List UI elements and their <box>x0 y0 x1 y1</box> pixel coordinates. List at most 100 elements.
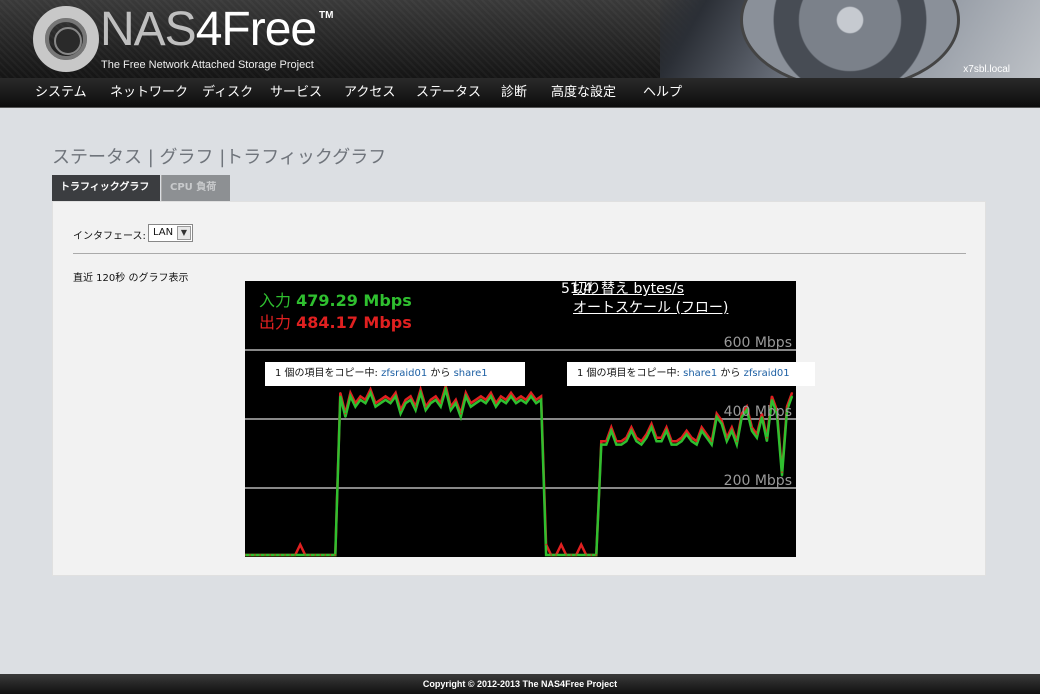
out-point-71 <box>600 440 603 442</box>
in-point-28 <box>384 399 387 401</box>
out-point-47 <box>480 395 482 398</box>
in-point-39 <box>439 405 442 408</box>
in-point-84 <box>665 430 668 432</box>
in-point-76 <box>625 440 628 442</box>
out-point-62 <box>555 554 557 556</box>
logo-trademark: TM <box>319 10 334 21</box>
out-point-10 <box>294 554 296 556</box>
nav-advanced[interactable]: 高度な設定 <box>551 78 616 108</box>
copy-left-prefix: 1 個の項目をコピー中: <box>275 368 378 379</box>
autoscale-link[interactable]: オートスケール (フロー) <box>573 297 728 317</box>
in-point-94 <box>715 416 718 418</box>
out-point-82 <box>655 436 658 439</box>
out-point-109 <box>791 392 793 394</box>
out-point-50 <box>495 402 497 404</box>
nav-services[interactable]: サービス <box>270 78 322 108</box>
nav-network[interactable]: ネットワーク <box>110 78 188 108</box>
out-point-16 <box>324 554 327 556</box>
in-point-36 <box>424 409 427 411</box>
in-point-86 <box>675 443 678 446</box>
out-point-35 <box>419 388 422 391</box>
copy-left-source[interactable]: zfsraid01 <box>381 368 427 379</box>
out-point-45 <box>470 402 472 404</box>
in-point-105 <box>771 399 773 401</box>
nav-help[interactable]: ヘルプ <box>643 78 682 108</box>
nav-disks[interactable]: ディスク <box>202 78 253 108</box>
out-point-96 <box>726 436 728 439</box>
out-point-38 <box>434 395 437 398</box>
traffic-graph: 入力 479.29 Mbps 出力 484.17 Mbps 51.4 切り替え … <box>245 281 815 557</box>
in-point-91 <box>700 430 703 432</box>
nav-diagnostics[interactable]: 診断 <box>501 78 527 108</box>
out-point-83 <box>660 436 663 439</box>
copy-right-source[interactable]: share1 <box>683 368 717 379</box>
out-point-85 <box>670 440 673 442</box>
out-point-105 <box>771 395 773 398</box>
out-point-93 <box>710 440 713 442</box>
in-point-55 <box>520 399 522 401</box>
copy-progress-right: 1 個の項目をコピー中: share1 から zfsraid01 <box>567 362 815 386</box>
nav-system[interactable]: システム <box>35 78 87 108</box>
in-point-98 <box>736 443 738 446</box>
content-panel: インタフェース: LAN ▼ 直近 120秒 のグラフ表示 入力 479.29 … <box>52 201 986 576</box>
out-point-22 <box>354 402 357 404</box>
in-point-22 <box>354 405 357 408</box>
in-point-71 <box>600 443 603 446</box>
out-point-43 <box>460 412 462 415</box>
in-point-42 <box>455 402 457 404</box>
chevron-down-icon[interactable]: ▼ <box>177 226 191 240</box>
interface-label: インタフェース: <box>73 231 146 242</box>
out-point-97 <box>731 426 733 429</box>
out-point-51 <box>500 395 502 398</box>
tab-traffic-graph[interactable]: トラフィックグラフ <box>52 175 160 201</box>
in-point-25 <box>369 392 372 394</box>
logo-text[interactable]: NAS4Free <box>100 6 317 54</box>
series-in-line <box>245 384 794 557</box>
in-point-97 <box>731 430 733 432</box>
out-point-98 <box>736 440 738 442</box>
out-point-30 <box>394 392 397 394</box>
copy-right-from: から <box>720 368 741 379</box>
out-point-6 <box>274 554 276 556</box>
interface-select[interactable]: LAN ▼ <box>148 224 193 242</box>
out-point-3 <box>259 554 261 556</box>
interface-select-value: LAN <box>153 227 174 238</box>
out-rate-label: 出力 <box>259 313 292 332</box>
out-point-27 <box>379 399 382 401</box>
out-point-18 <box>334 554 337 556</box>
in-point-104 <box>766 440 768 442</box>
nav-access[interactable]: アクセス <box>344 78 395 108</box>
in-point-57 <box>530 395 532 398</box>
in-point-80 <box>645 436 648 439</box>
out-point-15 <box>319 554 322 556</box>
out-point-70 <box>595 554 598 556</box>
in-point-20 <box>344 416 347 418</box>
tab-cpu-load[interactable]: CPU 負荷 <box>161 175 230 201</box>
in-point-41 <box>450 409 452 411</box>
out-point-56 <box>525 399 527 401</box>
out-point-87 <box>680 436 683 439</box>
out-rate: 出力 484.17 Mbps <box>259 309 412 333</box>
in-point-52 <box>505 402 507 404</box>
out-point-55 <box>520 395 522 398</box>
out-point-75 <box>620 440 623 442</box>
in-rate-value: 479.29 Mbps <box>296 291 412 310</box>
copy-left-destination[interactable]: share1 <box>454 368 488 379</box>
out-point-86 <box>675 440 678 442</box>
out-point-61 <box>550 554 552 556</box>
out-rate-value: 484.17 Mbps <box>296 313 412 332</box>
out-point-91 <box>700 426 703 429</box>
out-point-36 <box>424 405 427 408</box>
out-point-39 <box>439 402 442 404</box>
out-point-76 <box>625 436 628 439</box>
nav-status[interactable]: ステータス <box>416 78 481 108</box>
copy-right-destination[interactable]: zfsraid01 <box>744 368 790 379</box>
out-point-59 <box>540 395 542 398</box>
out-point-29 <box>389 399 392 401</box>
in-point-21 <box>349 395 352 398</box>
out-point-13 <box>309 554 311 556</box>
in-point-46 <box>475 402 477 404</box>
in-point-87 <box>680 440 683 442</box>
in-point-101 <box>751 430 753 432</box>
tagline: The Free Network Attached Storage Projec… <box>101 59 314 71</box>
